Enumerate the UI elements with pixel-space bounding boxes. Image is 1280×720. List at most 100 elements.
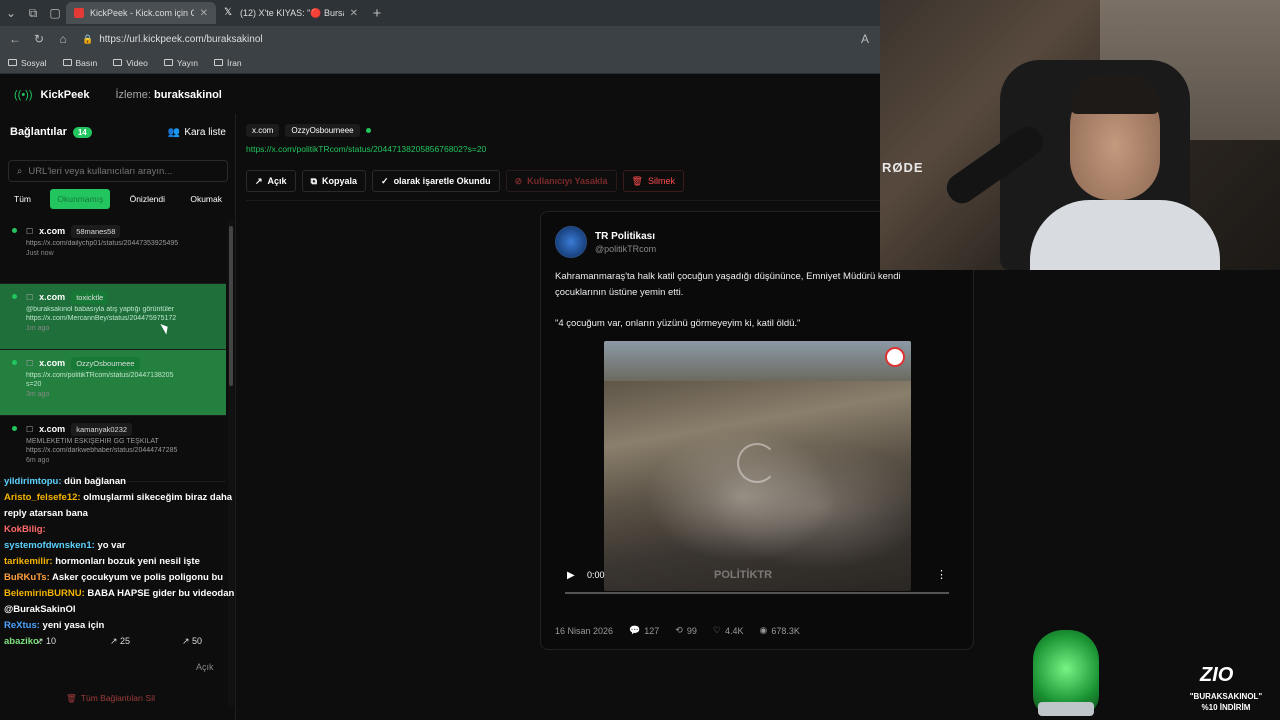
unread-dot (12, 228, 17, 233)
copy-icon: ⧉ (310, 175, 317, 186)
bookmark-basin[interactable]: Basın (62, 58, 97, 68)
tweet-date: 16 Nisan 2026 (555, 625, 614, 636)
reload-icon[interactable]: ↻ (28, 28, 50, 50)
link-url: https://x.com/MercannBey/status/20447597… (26, 315, 177, 322)
scroll-thumb[interactable] (229, 226, 233, 386)
search-input[interactable] (28, 165, 209, 177)
video-player[interactable]: POLİTİKTR (604, 341, 911, 591)
link-detail-panel: x.com OzzyOsbourneee https://x.com/polit… (246, 122, 880, 192)
link-url[interactable]: https://x.com/politikTRcom/status/204471… (246, 144, 880, 158)
workspaces-icon[interactable]: ⧉ (22, 2, 44, 24)
check-icon[interactable]: ☐ (26, 227, 33, 236)
link-url: https://x.com/darkwebhaber/status/204447… (26, 447, 178, 454)
trash-icon: 🗑 (631, 175, 643, 186)
link-item[interactable]: ☐ x.com OzzyOsbourneee https://x.com/polit… (0, 350, 226, 416)
replies[interactable]: 💬 127 (629, 625, 659, 636)
link-user: kamanyak0232 (71, 422, 133, 436)
link-item[interactable]: ☐ x.com kamanyak0232 MEMLEKETİM ESKİŞEHİR … (0, 416, 226, 482)
filter-previewed[interactable]: Önizlendi (124, 189, 171, 209)
streamer-hair (1070, 74, 1160, 114)
chevron-down-icon[interactable]: ⌄ (0, 2, 22, 24)
copy-button[interactable]: ⧉ Kopyala (301, 170, 367, 192)
link-url: https://x.com/dailychp01/status/20447353… (26, 240, 179, 247)
delete-button[interactable]: 🗑 Silmek (622, 170, 684, 192)
app-brand[interactable]: KickPeek (41, 89, 90, 101)
filter-read[interactable]: Okumak (184, 189, 228, 209)
open-button[interactable]: Açık (196, 662, 214, 672)
read-aloud-icon[interactable]: A (854, 28, 876, 50)
chat-message: abaziko: (4, 634, 236, 650)
x-logo-icon: 𝕏 (224, 7, 233, 18)
delete-all-label: Tüm Bağlantıları Sil (80, 693, 155, 703)
unread-dot (12, 426, 17, 431)
search-box[interactable]: ⌕ (8, 160, 228, 182)
tab-x[interactable]: 𝕏 (12) X'te KIYAS: "🔴 Bursa'da sosya ✕ (216, 2, 366, 24)
video-progress-bar[interactable] (565, 592, 949, 594)
video-frame (604, 381, 911, 591)
tweet-embed[interactable]: TR Politikası @politikTRcom Kahramanmara… (540, 211, 974, 650)
app-header: ((•)) KickPeek İzleme: buraksakinol (0, 82, 880, 108)
bookmark-label: Sosyal (21, 57, 47, 68)
open-link-button[interactable]: ↗ Açık (246, 170, 296, 192)
check-icon[interactable]: ☐ (26, 359, 33, 368)
author-name[interactable]: TR Politikası (595, 231, 656, 242)
views[interactable]: ◉ 678.3K (759, 625, 799, 636)
back-icon[interactable]: ← (4, 28, 26, 50)
new-tab-icon[interactable]: + (366, 2, 388, 24)
bookmark-video[interactable]: Video (113, 58, 148, 68)
mark-read-button[interactable]: ✓ olarak işaretle Okundu (372, 170, 500, 192)
unread-dot (12, 294, 17, 299)
close-icon[interactable]: ✕ (350, 8, 358, 19)
link-item[interactable]: ☐ x.com 58manes58 https://x.com/dailychp01… (0, 218, 226, 284)
link-item[interactable]: ☐ x.com toxicktle @buraksakinol babasıyla … (0, 284, 226, 350)
folder-icon (62, 59, 72, 66)
video-time: 0:00 (587, 570, 605, 580)
chat-user: KokBilig: (4, 524, 46, 535)
tweet-footer: 16 Nisan 2026 💬 127 ⟲ 99 ♡ 4.4K ◉ 678.3K (555, 625, 800, 636)
ban-user-button[interactable]: ⊘ Kullanıcıyı Yasakla (505, 170, 617, 192)
close-icon[interactable]: ✕ (200, 8, 208, 19)
chat-message: BuRKuTs: Asker çocukyum ve polis poligon… (4, 570, 236, 586)
filter-all[interactable]: Tüm (8, 189, 37, 209)
users-icon: 👥 (167, 126, 181, 138)
more-options-icon[interactable]: ⋮ (936, 568, 947, 581)
reply-icon: 💬 (629, 625, 641, 635)
likes[interactable]: ♡ 4.4K (713, 625, 744, 636)
heart-icon: ♡ (712, 625, 721, 635)
address-bar[interactable]: 🔒 https://url.kickpeek.com/buraksakinol (82, 29, 852, 49)
blacklist-label: Kara liste (184, 126, 226, 138)
link-user: OzzyOsbourneee (71, 356, 140, 370)
bookmark-yayin[interactable]: Yayın (163, 58, 198, 68)
avatar[interactable] (555, 226, 587, 258)
external-link-icon: ↗ (255, 175, 263, 186)
check-icon[interactable]: ☐ (26, 293, 33, 302)
tweet-author[interactable]: TR Politikası @politikTRcom (555, 226, 656, 258)
chat-user: yildirimtopu: (4, 476, 62, 487)
link-url-suffix: s=20 (26, 381, 42, 388)
author-handle[interactable]: @politikTRcom (595, 244, 656, 254)
retweets[interactable]: ⟲ 99 (675, 625, 697, 636)
bookmark-iran[interactable]: İran (213, 58, 242, 68)
watching-label: İzleme: buraksakinol (115, 89, 221, 101)
home-icon[interactable]: ⌂ (52, 28, 74, 50)
sponsor-promo: ZIO "BURAKSAKINOL" %10 İNDİRİM (1160, 660, 1280, 720)
loading-spinner-icon (737, 443, 777, 483)
promo-code: "BURAKSAKINOL" (1189, 692, 1263, 701)
tab-kickpeek[interactable]: KickPeek - Kick.com için Gerçek Za ✕ (66, 2, 216, 24)
blacklist-button[interactable]: 👥 Kara liste (168, 127, 226, 138)
chat-user: abaziko: (4, 636, 43, 647)
tweet-text: Kahramanmaraş'ta halk katil çocuğun yaşa… (555, 271, 901, 298)
tab-actions-icon[interactable]: ▢ (44, 2, 66, 24)
no-sign-icon (885, 347, 905, 367)
play-icon[interactable]: ▶ (567, 570, 575, 581)
tab-label: (12) X'te KIYAS: "🔴 Bursa'da sosya (240, 7, 344, 18)
tweet-quote: "4 çocuğum var, onların yüzünü görmeyeyi… (555, 318, 801, 329)
lock-icon: 🔒 (82, 33, 94, 44)
filter-unread[interactable]: Okunmamış (50, 189, 111, 209)
delete-all-button[interactable]: 🗑 Tüm Bağlantıları Sil (66, 690, 226, 706)
bookmarks-bar: Sosyal Basın Video Yayın İran (0, 52, 880, 74)
bookmark-sosyal[interactable]: Sosyal (8, 58, 47, 68)
chat-message: tarikemilir: hormonları bozuk yeni nesil… (4, 554, 236, 570)
check-icon[interactable]: ☐ (26, 425, 33, 434)
reply-count: 127 (644, 625, 660, 636)
